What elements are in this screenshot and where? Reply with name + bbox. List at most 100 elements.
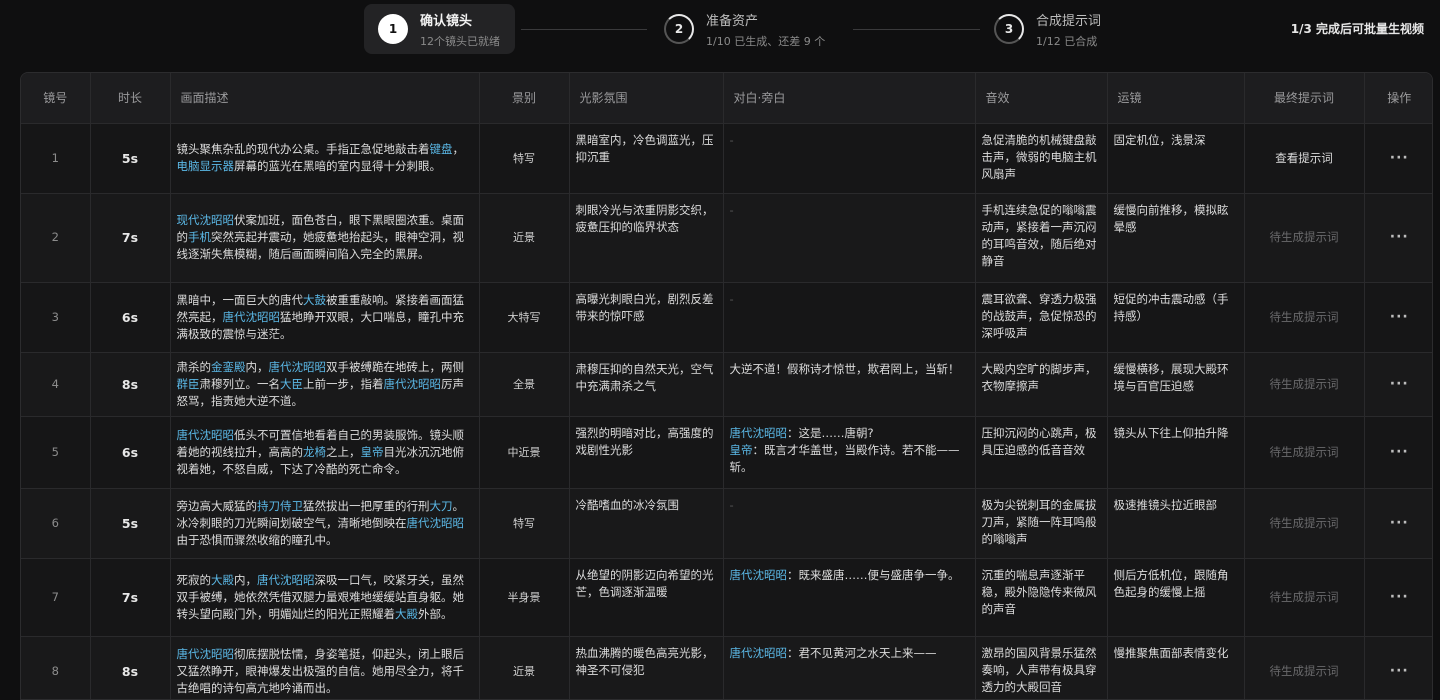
- view-prompt-link[interactable]: 查看提示词: [1244, 123, 1365, 194]
- step-confirm-shots[interactable]: 1 确认镜头 12个镜头已就绪: [364, 4, 515, 54]
- step-subtitle: 12个镜头已就绪: [420, 34, 500, 48]
- lighting-cell: 肃穆压抑的自然天光，空气中充满肃杀之气: [569, 352, 724, 417]
- pending-prompt-label: 待生成提示词: [1244, 558, 1365, 637]
- highlighted-entity: 手机: [188, 230, 211, 244]
- table-row[interactable]: 3 6s 黑暗中，一面巨大的唐代大鼓被重重敲响。紧接着画面猛然亮起，唐代沈昭昭猛地睁…: [21, 282, 1432, 353]
- highlighted-entity: 皇帝: [729, 442, 753, 457]
- more-actions-icon[interactable]: ···: [1364, 193, 1432, 283]
- batch-video-hint: 1/3 完成后可批量生视频: [1290, 22, 1424, 36]
- camera-cell: 极速推镜头拉近眼部: [1107, 488, 1245, 559]
- duration-cell: 7s: [90, 558, 171, 637]
- text-segment: 肃穆列立。一名: [199, 376, 281, 391]
- text-segment: ，: [452, 142, 465, 156]
- more-actions-icon[interactable]: ···: [1364, 123, 1432, 194]
- highlighted-entity: 唐代沈昭昭: [222, 309, 281, 324]
- shot-size-cell: 大特写: [479, 282, 570, 353]
- text-segment: 死寂的: [176, 572, 212, 587]
- highlighted-entity: 现代沈昭昭: [176, 213, 235, 227]
- text-segment: ：这是……唐朝?: [787, 425, 874, 440]
- dialogue-cell: -: [723, 488, 976, 559]
- lighting-cell: 高曝光刺眼白光，剧烈反差带来的惊吓感: [569, 282, 724, 353]
- description-cell: 旁边高大威猛的持刀侍卫猛然拔出一把厚重的行刑大刀。冰冷刺眼的刀光瞬间划破空气，清…: [170, 488, 480, 559]
- sound-cell: 激昂的国风背景乐猛然奏响，人声带有极具穿透力的大殿回音: [975, 636, 1108, 699]
- table-row[interactable]: 2 7s 现代沈昭昭伏案加班，面色苍白，眼下黑眼圈浓重。桌面的手机突然亮起并震动，她…: [21, 193, 1432, 283]
- column-header-camera: 运镜: [1107, 73, 1245, 124]
- description-cell: 唐代沈昭昭低头不可置信地看着自己的男装服饰。镜头顺着她的视线拉升，高高的龙椅之上…: [170, 416, 480, 489]
- step-prepare-assets[interactable]: 2 准备资产 1/10 已生成、还差 9 个: [650, 4, 850, 54]
- column-header-duration: 时长: [90, 73, 171, 124]
- more-actions-icon[interactable]: ···: [1364, 558, 1432, 637]
- text-segment: 双手被缚跪在地砖上，两侧: [326, 359, 464, 374]
- shot-number-cell: 7: [21, 558, 91, 637]
- shot-size-cell: 近景: [479, 193, 570, 283]
- highlighted-entity: 大鼓: [303, 292, 326, 307]
- highlighted-entity: 大臣: [280, 376, 303, 391]
- dialogue-cell: -: [723, 282, 976, 353]
- table-row[interactable]: 4 8s 肃杀的金銮殿内，唐代沈昭昭双手被缚跪在地砖上，两侧群臣肃穆列立。一名大臣上…: [21, 352, 1432, 417]
- sound-cell: 手机连续急促的嗡嗡震动声，紧接着一声沉闷的耳鸣音效，随后绝对静音: [975, 193, 1108, 283]
- text-segment: 外部。: [418, 606, 453, 621]
- highlighted-entity: 皇帝: [360, 444, 384, 459]
- pending-prompt-label: 待生成提示词: [1244, 352, 1365, 417]
- more-actions-icon[interactable]: ···: [1364, 636, 1432, 699]
- sound-cell: 急促清脆的机械键盘敲击声，微弱的电脑主机风扇声: [975, 123, 1108, 194]
- shot-number-cell: 8: [21, 636, 91, 699]
- more-actions-icon[interactable]: ···: [1364, 352, 1432, 417]
- table-row[interactable]: 5 6s 唐代沈昭昭低头不可置信地看着自己的男装服饰。镜头顺着她的视线拉升，高高的龙…: [21, 416, 1432, 489]
- lighting-cell: 冷酷嗜血的冰冷氛围: [569, 488, 724, 559]
- description-cell: 唐代沈昭昭彻底摆脱怯懦，身姿笔挺，仰起头，闭上眼后又猛然睁开，眼神爆发出极强的自…: [170, 636, 480, 699]
- duration-cell: 7s: [90, 193, 171, 283]
- pending-prompt-label: 待生成提示词: [1244, 282, 1365, 353]
- text-segment: 镜头聚焦杂乱的现代办公桌。手指正急促地敲击着: [176, 142, 430, 156]
- more-actions-icon[interactable]: ···: [1364, 488, 1432, 559]
- pending-prompt-label: 待生成提示词: [1244, 193, 1365, 283]
- more-actions-icon[interactable]: ···: [1364, 416, 1432, 489]
- text-segment: 大逆不道！假称诗才惊世，欺君罔上，当斩！: [729, 361, 960, 376]
- step-number-2: 2: [664, 14, 694, 44]
- highlighted-entity: 唐代沈昭昭: [176, 646, 235, 661]
- sound-cell: 极为尖锐刺耳的金属拔刀声，紧随一阵耳鸣般的嗡嗡声: [975, 488, 1108, 559]
- highlighted-entity: 龙椅: [303, 444, 326, 459]
- camera-cell: 缓慢向前推移，模拟眩晕感: [1107, 193, 1245, 283]
- step-title: 确认镜头: [420, 13, 473, 29]
- pending-prompt-label: 待生成提示词: [1244, 636, 1365, 699]
- step-connector: [521, 29, 647, 30]
- description-cell: 黑暗中，一面巨大的唐代大鼓被重重敲响。紧接着画面猛然亮起，唐代沈昭昭猛地睁开双眼…: [170, 282, 480, 353]
- text-segment: 之上，: [326, 444, 361, 459]
- table-row[interactable]: 7 7s 死寂的大殿内，唐代沈昭昭深吸一口气，咬紧牙关，虽然双手被缚，她依然凭借双腿…: [21, 558, 1432, 637]
- highlighted-entity: 群臣: [176, 376, 200, 391]
- shot-number-cell: 1: [21, 123, 91, 194]
- description-cell: 肃杀的金銮殿内，唐代沈昭昭双手被缚跪在地砖上，两侧群臣肃穆列立。一名大臣上前一步…: [170, 352, 480, 417]
- shot-number-cell: 4: [21, 352, 91, 417]
- table-row[interactable]: 6 5s 旁边高大威猛的持刀侍卫猛然拔出一把厚重的行刑大刀。冰冷刺眼的刀光瞬间划破空…: [21, 488, 1432, 559]
- lighting-cell: 黑暗室内，冷色调蓝光，压抑沉重: [569, 123, 724, 194]
- camera-cell: 慢推聚焦面部表情变化: [1107, 636, 1245, 699]
- highlighted-entity: 大刀: [429, 498, 453, 513]
- step-compose-prompts[interactable]: 3 合成提示词 1/12 已合成: [980, 4, 1130, 54]
- text-segment: 突然亮起并震动，她疲惫地抬起头，眼神空洞，视线逐渐失焦模糊，随后画面瞬间陷入完全…: [176, 230, 465, 261]
- more-actions-icon[interactable]: ···: [1364, 282, 1432, 353]
- shot-number-cell: 3: [21, 282, 91, 353]
- camera-cell: 缓慢横移，展现大殿环境与百官压迫感: [1107, 352, 1245, 417]
- dialogue-cell: 唐代沈昭昭：既来盛唐……便与盛唐争一争。: [723, 558, 976, 637]
- highlighted-entity: 持刀侍卫: [257, 498, 303, 513]
- camera-cell: 侧后方低机位，跟随角色起身的缓慢上摇: [1107, 558, 1245, 637]
- table-row[interactable]: 8 8s 唐代沈昭昭彻底摆脱怯懦，身姿笔挺，仰起头，闭上眼后又猛然睁开，眼神爆发出极…: [21, 636, 1432, 699]
- lighting-cell: 从绝望的阴影迈向希望的光芒，色调逐渐温暖: [569, 558, 724, 637]
- table-row[interactable]: 1 5s 镜头聚焦杂乱的现代办公桌。手指正急促地敲击着键盘， 电脑显示器屏幕的蓝光在黑…: [21, 123, 1432, 194]
- dialogue-cell: 唐代沈昭昭：君不见黄河之水天上来——: [723, 636, 976, 699]
- text-segment: 上前一步，指着: [303, 376, 384, 391]
- highlighted-entity: 唐代沈昭昭: [257, 572, 315, 587]
- text-segment: ：既言才华盖世，当殿作诗。若不能——斩。: [729, 442, 960, 474]
- pending-prompt-label: 待生成提示词: [1244, 488, 1365, 559]
- column-header-sound: 音效: [975, 73, 1108, 124]
- step-progress-bar: 1 确认镜头 12个镜头已就绪 2 准备资产 1/10 已生成、还差 9 个 3…: [0, 0, 1440, 58]
- text-segment: 猛然拔出一把厚重的行刑: [303, 498, 430, 513]
- highlighted-entity: 唐代沈昭昭: [176, 427, 235, 442]
- description-cell: 现代沈昭昭伏案加班，面色苍白，眼下黑眼圈浓重。桌面的手机突然亮起并震动，她疲惫地…: [170, 193, 480, 283]
- column-header-dialogue: 对白·旁白: [723, 73, 976, 124]
- shot-size-cell: 全景: [479, 352, 570, 417]
- shot-number-cell: 5: [21, 416, 91, 489]
- text-segment: 屏幕的蓝光在黑暗的室内显得十分刺眼。: [234, 159, 441, 173]
- sound-cell: 震耳欲聋、穿透力极强的战鼓声，急促惊恐的深呼吸声: [975, 282, 1108, 353]
